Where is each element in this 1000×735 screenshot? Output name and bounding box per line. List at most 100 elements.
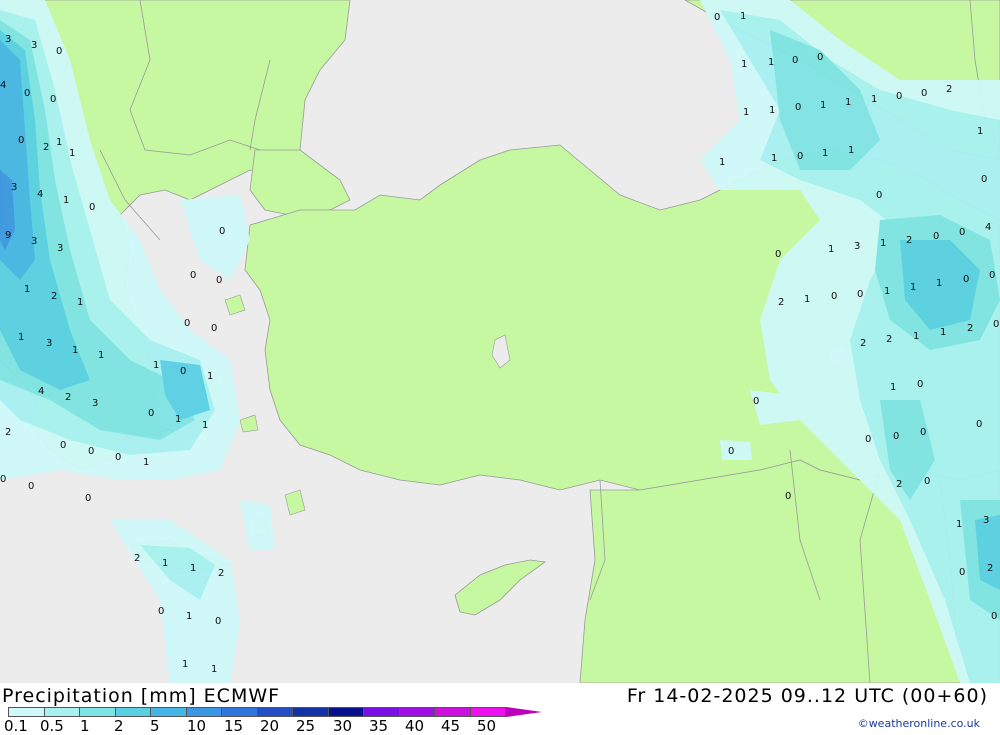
map-value: 0 [933, 231, 939, 242]
map-value: 0 [921, 88, 927, 99]
legend-tick: 0.5 [40, 717, 64, 735]
map-value: 1 [190, 563, 196, 574]
map-value: 0 [993, 319, 999, 330]
map-value: 0 [60, 440, 66, 451]
legend-tick: 45 [441, 717, 461, 735]
legend-swatch [292, 707, 329, 717]
credit-link[interactable]: ©weatheronline.co.uk [858, 717, 980, 730]
map-value: 0 [876, 190, 882, 201]
map-value: 4 [38, 386, 44, 397]
map-value: 1 [848, 145, 854, 156]
legend-swatch [221, 707, 258, 717]
legend-swatch [79, 707, 116, 717]
map-value: 0 [775, 249, 781, 260]
legend-tick: 1 [80, 717, 90, 735]
map-value: 1 [804, 294, 810, 305]
map-value: 1 [956, 519, 962, 530]
map-value: 1 [871, 94, 877, 105]
map-value: 1 [202, 420, 208, 431]
map-value: 0 [28, 481, 34, 492]
map-value: 0 [190, 270, 196, 281]
map-value: 1 [18, 332, 24, 343]
legend-tick: 25 [296, 717, 316, 735]
legend-swatch [434, 707, 471, 717]
legend-swatch [363, 707, 400, 717]
map-value: 0 [963, 274, 969, 285]
map-value: 0 [728, 446, 734, 457]
legend-tick: 30 [333, 717, 353, 735]
map-value: 4 [985, 222, 991, 233]
map-value: 1 [63, 195, 69, 206]
legend-tick: 0.1 [4, 717, 28, 735]
map-value: 1 [828, 244, 834, 255]
map-value: 0 [924, 476, 930, 487]
map-value: 3 [983, 515, 989, 526]
map-value: 0 [865, 434, 871, 445]
map-value: 1 [977, 126, 983, 137]
valid-time: Fr 14-02-2025 09..12 UTC (00+60) [626, 685, 988, 707]
map-value: 1 [143, 457, 149, 468]
map-value: 0 [18, 135, 24, 146]
legend-swatch [8, 707, 45, 717]
map-value: 1 [880, 238, 886, 249]
map-value: 1 [24, 284, 30, 295]
map-value: 0 [792, 55, 798, 66]
map-value: 0 [89, 202, 95, 213]
map-value: 0 [184, 318, 190, 329]
map-value: 0 [785, 491, 791, 502]
map-value: 0 [981, 174, 987, 185]
map-value: 0 [24, 88, 30, 99]
map-value: 4 [37, 189, 43, 200]
map-value: 0 [211, 323, 217, 334]
map-value: 2 [134, 553, 140, 564]
map-value: 0 [831, 291, 837, 302]
map-value: 3 [92, 398, 98, 409]
map-value: 1 [182, 659, 188, 670]
map-value: 0 [714, 12, 720, 23]
map-value: 0 [991, 611, 997, 622]
map-value: 3 [57, 243, 63, 254]
map-value: 2 [218, 568, 224, 579]
map-value: 1 [207, 371, 213, 382]
map-value: 0 [817, 52, 823, 63]
legend-swatch [469, 707, 506, 717]
legend-swatch [327, 707, 364, 717]
map-value: 1 [822, 148, 828, 159]
map-value: 1 [69, 148, 75, 159]
map-value: 0 [976, 419, 982, 430]
map-value: 0 [219, 226, 225, 237]
map-value: 2 [946, 84, 952, 95]
map-value: 1 [186, 611, 192, 622]
map-title: Precipitation [mm] ECMWF [2, 685, 281, 707]
map-value: 1 [98, 350, 104, 361]
map-value: 3 [31, 236, 37, 247]
map-value: 1 [820, 100, 826, 111]
precipitation-map: 3 3 0 4 0 0 0 2 1 1 3 4 1 0 9 3 3 1 2 1 … [0, 0, 1000, 684]
map-value: 1 [845, 97, 851, 108]
map-value: 2 [906, 235, 912, 246]
map-value: 0 [920, 427, 926, 438]
map-value: 3 [11, 182, 17, 193]
map-value: 0 [56, 46, 62, 57]
map-value: 0 [0, 474, 6, 485]
map-value: 4 [0, 80, 6, 91]
legend-swatch [398, 707, 435, 717]
legend-tick: 15 [224, 717, 244, 735]
map-value: 9 [5, 230, 11, 241]
map-value: 0 [959, 567, 965, 578]
legend-tick: 5 [150, 717, 160, 735]
map-value: 0 [215, 616, 221, 627]
map-value: 3 [5, 34, 11, 45]
map-value: 2 [886, 334, 892, 345]
map-value: 1 [211, 664, 217, 675]
map-value: 1 [72, 345, 78, 356]
map-value: 0 [857, 289, 863, 300]
map-value: 1 [910, 282, 916, 293]
map-value: 0 [158, 606, 164, 617]
map-value: 2 [896, 479, 902, 490]
map-value: 0 [959, 227, 965, 238]
map-value: 1 [769, 105, 775, 116]
map-value: 1 [884, 286, 890, 297]
map-value: 0 [115, 452, 121, 463]
legend-swatch [256, 707, 293, 717]
